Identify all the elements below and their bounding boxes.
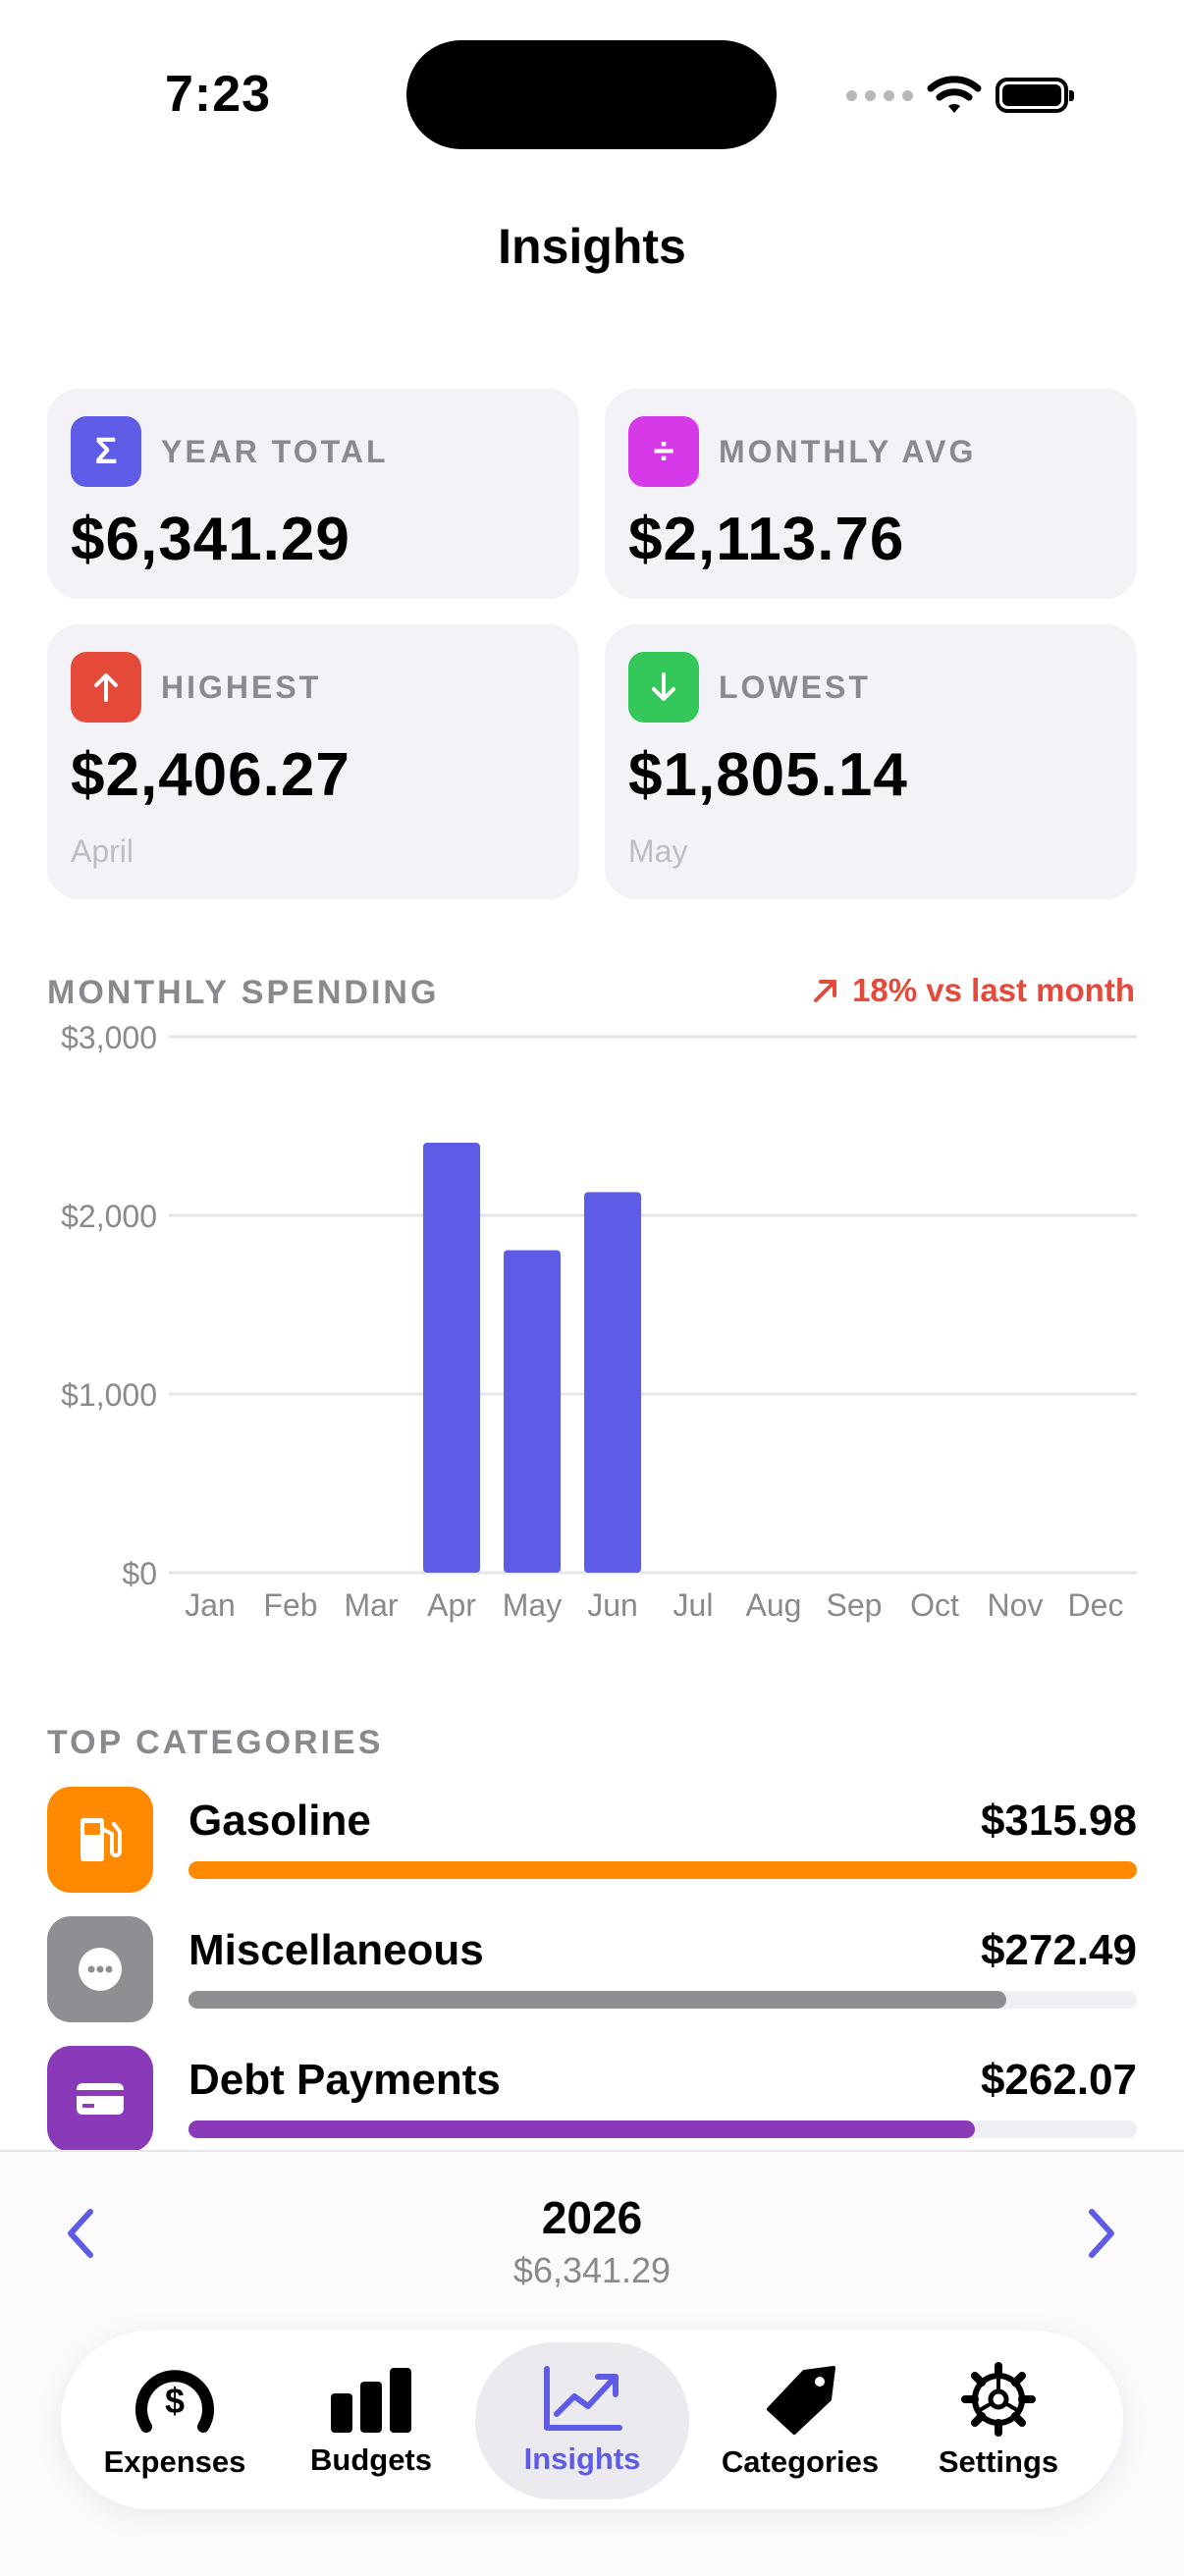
- tab-settings[interactable]: Settings: [915, 2342, 1082, 2499]
- x-tick-label: Nov: [988, 1587, 1044, 1623]
- sigma-icon: Σ: [71, 416, 141, 487]
- category-amount: $272.49: [980, 1926, 1137, 1974]
- highest-value: $2,406.27: [71, 741, 350, 809]
- category-amount: $262.07: [980, 2056, 1137, 2104]
- x-tick-label: Sep: [827, 1587, 883, 1623]
- category-progress-fill: [188, 1991, 1006, 2009]
- x-tick-label: Feb: [263, 1587, 317, 1623]
- tab-label: Insights: [523, 2442, 641, 2476]
- monthly-spending-chart: $0 $1,000 $2,000 $3,000 Jan Feb Mar Apr May Jun Ju…: [61, 1020, 1137, 1623]
- wifi-icon: [927, 76, 982, 113]
- x-tick-label: Mar: [344, 1587, 398, 1623]
- status-time: 7:23: [165, 66, 272, 123]
- category-progress-fill: [188, 1861, 1137, 1879]
- trend-text: 18% vs last month: [852, 972, 1135, 1008]
- arrow-up-right-icon: [814, 980, 837, 1002]
- lowest-card: LOWEST $1,805.14 May: [605, 624, 1137, 899]
- x-tick-label: Aug: [746, 1587, 802, 1623]
- fuel-pump-icon: [47, 1787, 153, 1893]
- tab-label: Budgets: [310, 2442, 432, 2477]
- tab-label: Expenses: [103, 2444, 246, 2479]
- top-categories-label: TOP CATEGORIES: [47, 1724, 384, 1761]
- tab-expenses[interactable]: $ Expenses: [96, 2342, 253, 2499]
- category-name: Debt Payments: [188, 2056, 501, 2104]
- category-progress-track: [188, 2120, 1137, 2138]
- ellipsis-icon: [47, 1916, 153, 2022]
- x-tick-label: Oct: [910, 1587, 959, 1623]
- svg-text:$: $: [165, 2381, 185, 2421]
- highest-month: April: [71, 833, 135, 869]
- bar-chart-icon: [331, 2368, 411, 2433]
- category-progress-fill: [188, 2120, 975, 2138]
- year-total-card: Σ YEAR TOTAL $6,341.29: [47, 389, 579, 599]
- speedometer-dollar-icon: $: [135, 2370, 214, 2433]
- arrow-down-icon: [628, 652, 699, 723]
- dynamic-island: [406, 40, 777, 149]
- cellular-signal-icon: [846, 89, 913, 101]
- monthly-avg-value: $2,113.76: [628, 506, 905, 573]
- y-tick-label: $3,000: [61, 1020, 157, 1055]
- trend-indicator: 18% vs last month: [811, 972, 1135, 1009]
- divide-icon: ÷: [628, 416, 699, 487]
- tab-categories[interactable]: Categories: [709, 2342, 891, 2499]
- year-total-label: YEAR TOTAL: [161, 433, 389, 469]
- category-row-gasoline[interactable]: Gasoline $315.98: [47, 1787, 1137, 1895]
- year-total-value: $6,341.29: [71, 506, 350, 573]
- tab-label: Settings: [938, 2444, 1059, 2479]
- selected-year-total: $6,341.29: [512, 2250, 672, 2290]
- bar: [584, 1192, 641, 1573]
- y-tick-label: $1,000: [61, 1377, 157, 1413]
- bar: [504, 1250, 561, 1573]
- lowest-month: May: [628, 833, 688, 869]
- x-tick-label: Jun: [587, 1587, 638, 1623]
- x-tick-label: Apr: [427, 1587, 476, 1623]
- tab-budgets[interactable]: Budgets: [293, 2342, 450, 2499]
- x-tick-label: Jul: [673, 1587, 714, 1623]
- category-progress-track: [188, 1991, 1137, 2009]
- battery-icon: [996, 78, 1074, 113]
- monthly-avg-card: ÷ MONTHLY AVG $2,113.76: [605, 389, 1137, 599]
- arrow-up-icon: [71, 652, 141, 723]
- bar: [423, 1143, 480, 1573]
- credit-card-icon: [47, 2046, 153, 2152]
- category-amount: $315.98: [980, 1797, 1137, 1845]
- x-tick-label: May: [503, 1587, 562, 1623]
- y-tick-label: $0: [122, 1556, 157, 1591]
- highest-label: HIGHEST: [161, 669, 322, 705]
- category-progress-track: [188, 1861, 1137, 1879]
- status-icons: [846, 71, 1074, 120]
- monthly-spending-label: MONTHLY SPENDING: [47, 974, 440, 1011]
- tag-icon: [767, 2366, 835, 2435]
- highest-card: HIGHEST $2,406.27 April: [47, 624, 579, 899]
- page-title: Insights: [498, 219, 686, 274]
- x-tick-label: Dec: [1068, 1587, 1124, 1623]
- tab-label: Categories: [721, 2444, 880, 2479]
- monthly-avg-label: MONTHLY AVG: [719, 433, 977, 469]
- category-row-debt-payments[interactable]: Debt Payments $262.07: [47, 2046, 1137, 2154]
- tab-bar: $ Expenses Budgets Insights Categories S…: [61, 2331, 1123, 2509]
- lowest-value: $1,805.14: [628, 741, 908, 809]
- category-row-miscellaneous[interactable]: Miscellaneous $272.49: [47, 1916, 1137, 2024]
- gear-icon: [961, 2362, 1036, 2437]
- category-name: Gasoline: [188, 1797, 371, 1845]
- y-tick-label: $2,000: [61, 1199, 157, 1234]
- x-tick-label: Jan: [185, 1587, 236, 1623]
- line-chart-icon: [544, 2366, 622, 2431]
- tab-insights[interactable]: Insights: [475, 2342, 689, 2499]
- lowest-label: LOWEST: [719, 669, 871, 705]
- selected-year: 2026: [541, 2192, 643, 2243]
- category-name: Miscellaneous: [188, 1926, 484, 1974]
